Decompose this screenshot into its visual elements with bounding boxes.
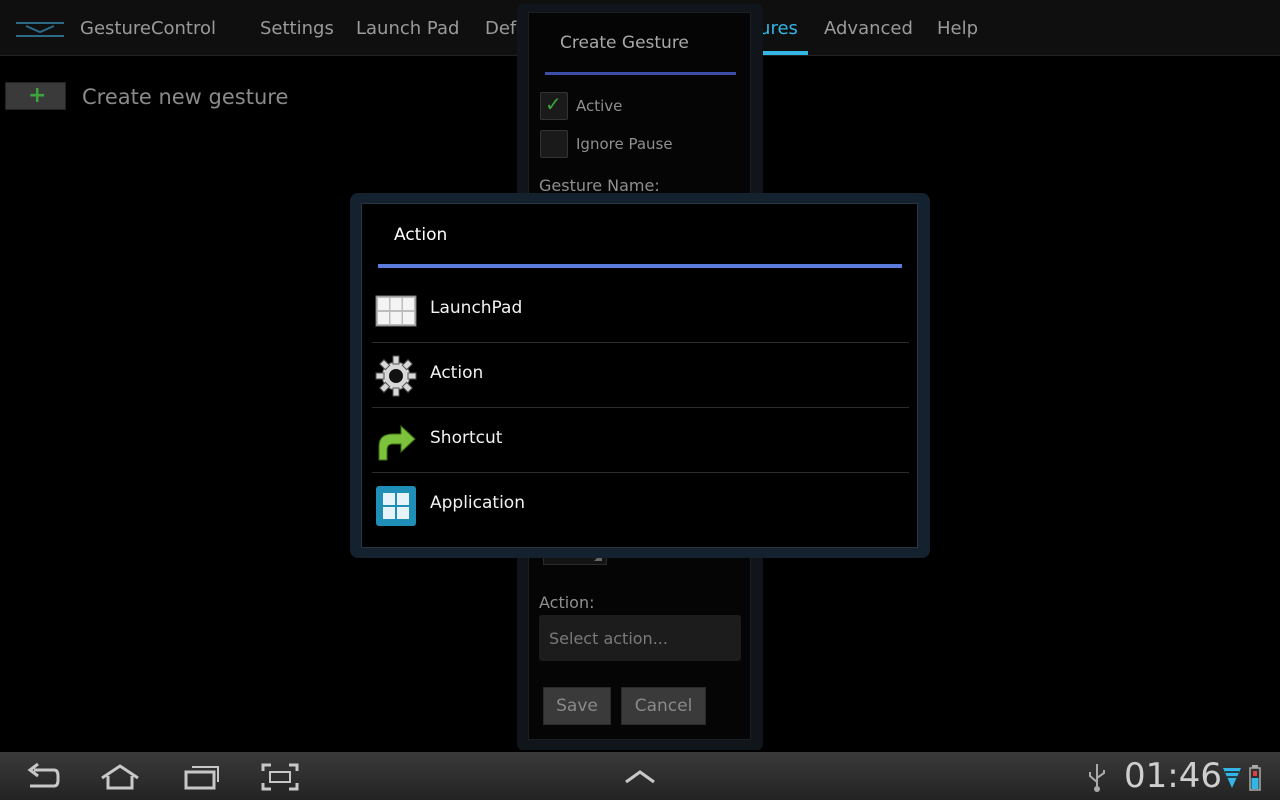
dialog-title: Create Gesture (560, 33, 689, 53)
app-title: GestureControl (80, 18, 217, 39)
option-label: Shortcut (430, 428, 503, 448)
screenshot-icon[interactable] (260, 762, 300, 792)
action-option-application[interactable]: Application (372, 473, 909, 538)
back-icon[interactable] (22, 762, 62, 792)
plus-icon: + (28, 83, 47, 108)
create-gesture-button[interactable]: + (5, 82, 66, 110)
recent-apps-icon[interactable] (182, 762, 222, 792)
action-dialog-divider (378, 264, 902, 268)
save-button[interactable]: Save (543, 687, 611, 725)
tab-help[interactable]: Help (937, 18, 978, 39)
action-select-placeholder: Select action... (549, 629, 668, 648)
ignore-pause-checkbox[interactable] (540, 130, 568, 158)
action-dialog-title: Action (394, 225, 448, 245)
active-checkbox[interactable]: ✓ (540, 92, 568, 120)
option-label: Action (430, 363, 484, 383)
wifi-icon (1223, 768, 1241, 788)
menu-up-icon[interactable] (620, 762, 660, 792)
checkmark-icon: ✓ (545, 92, 562, 116)
action-option-launchpad[interactable]: LaunchPad (372, 278, 909, 343)
ignore-pause-label: Ignore Pause (576, 135, 673, 153)
tab-settings[interactable]: Settings (260, 18, 334, 39)
gear-icon (375, 355, 417, 397)
cancel-button[interactable]: Cancel (621, 687, 706, 725)
action-select[interactable]: Select action... (539, 615, 741, 661)
action-field-label: Action: (539, 593, 595, 612)
create-gesture-label[interactable]: Create new gesture (82, 85, 288, 109)
home-icon[interactable] (100, 762, 140, 792)
dialog-title-divider (545, 72, 736, 75)
battery-icon (1249, 765, 1261, 791)
clock: 01:46 (1124, 756, 1222, 796)
application-icon (376, 486, 416, 526)
option-label: Application (430, 493, 525, 513)
action-option-action[interactable]: Action (372, 343, 909, 408)
active-label: Active (576, 97, 623, 115)
action-option-shortcut[interactable]: Shortcut (372, 408, 909, 473)
action-dialog: Action LaunchPad Action Shortcut Applica… (361, 203, 918, 548)
tab-launch-pad[interactable]: Launch Pad (356, 18, 459, 39)
option-label: LaunchPad (430, 298, 523, 318)
tab-advanced[interactable]: Advanced (824, 18, 913, 39)
app-logo-icon[interactable] (16, 20, 64, 40)
grid-icon (375, 295, 417, 327)
shortcut-arrow-icon (378, 424, 416, 461)
system-bar: 01:46 (0, 752, 1280, 800)
usb-icon (1089, 764, 1105, 792)
